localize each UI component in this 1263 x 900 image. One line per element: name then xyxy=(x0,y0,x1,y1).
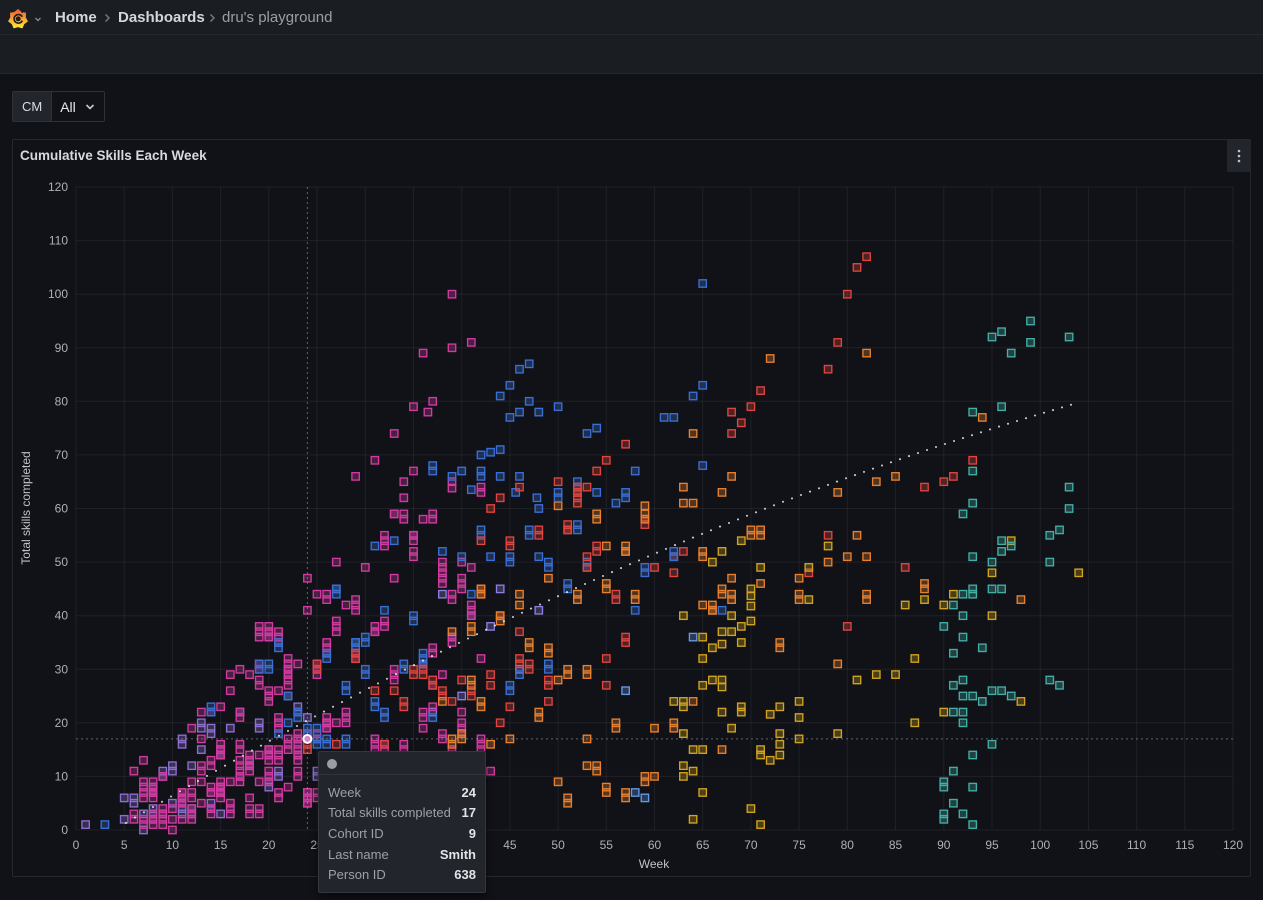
svg-text:100: 100 xyxy=(48,287,68,301)
svg-text:20: 20 xyxy=(262,838,276,852)
svg-text:80: 80 xyxy=(55,394,69,408)
svg-text:70: 70 xyxy=(744,838,758,852)
svg-text:120: 120 xyxy=(48,180,68,194)
svg-text:80: 80 xyxy=(841,838,855,852)
svg-text:20: 20 xyxy=(55,716,69,730)
svg-text:65: 65 xyxy=(696,838,710,852)
svg-text:90: 90 xyxy=(55,341,69,355)
svg-text:95: 95 xyxy=(985,838,999,852)
svg-text:105: 105 xyxy=(1078,838,1098,852)
svg-text:5: 5 xyxy=(121,838,128,852)
svg-text:50: 50 xyxy=(55,555,69,569)
svg-text:30: 30 xyxy=(55,662,69,676)
svg-text:60: 60 xyxy=(648,838,662,852)
svg-text:Total skills completed: Total skills completed xyxy=(19,451,33,564)
svg-text:50: 50 xyxy=(551,838,565,852)
svg-text:0: 0 xyxy=(73,838,80,852)
svg-text:110: 110 xyxy=(49,234,68,248)
svg-text:0: 0 xyxy=(61,823,68,837)
svg-text:85: 85 xyxy=(889,838,903,852)
svg-text:55: 55 xyxy=(600,838,614,852)
svg-text:45: 45 xyxy=(503,838,517,852)
svg-text:75: 75 xyxy=(792,838,806,852)
svg-text:90: 90 xyxy=(937,838,951,852)
svg-text:60: 60 xyxy=(55,502,69,516)
svg-text:Week: Week xyxy=(639,857,670,871)
svg-text:110: 110 xyxy=(1127,838,1146,852)
svg-text:100: 100 xyxy=(1030,838,1050,852)
svg-text:10: 10 xyxy=(55,769,69,783)
svg-text:70: 70 xyxy=(55,448,69,462)
svg-text:115: 115 xyxy=(1175,838,1194,852)
svg-text:10: 10 xyxy=(166,838,180,852)
svg-text:15: 15 xyxy=(214,838,228,852)
svg-text:120: 120 xyxy=(1223,838,1243,852)
svg-text:40: 40 xyxy=(55,609,69,623)
